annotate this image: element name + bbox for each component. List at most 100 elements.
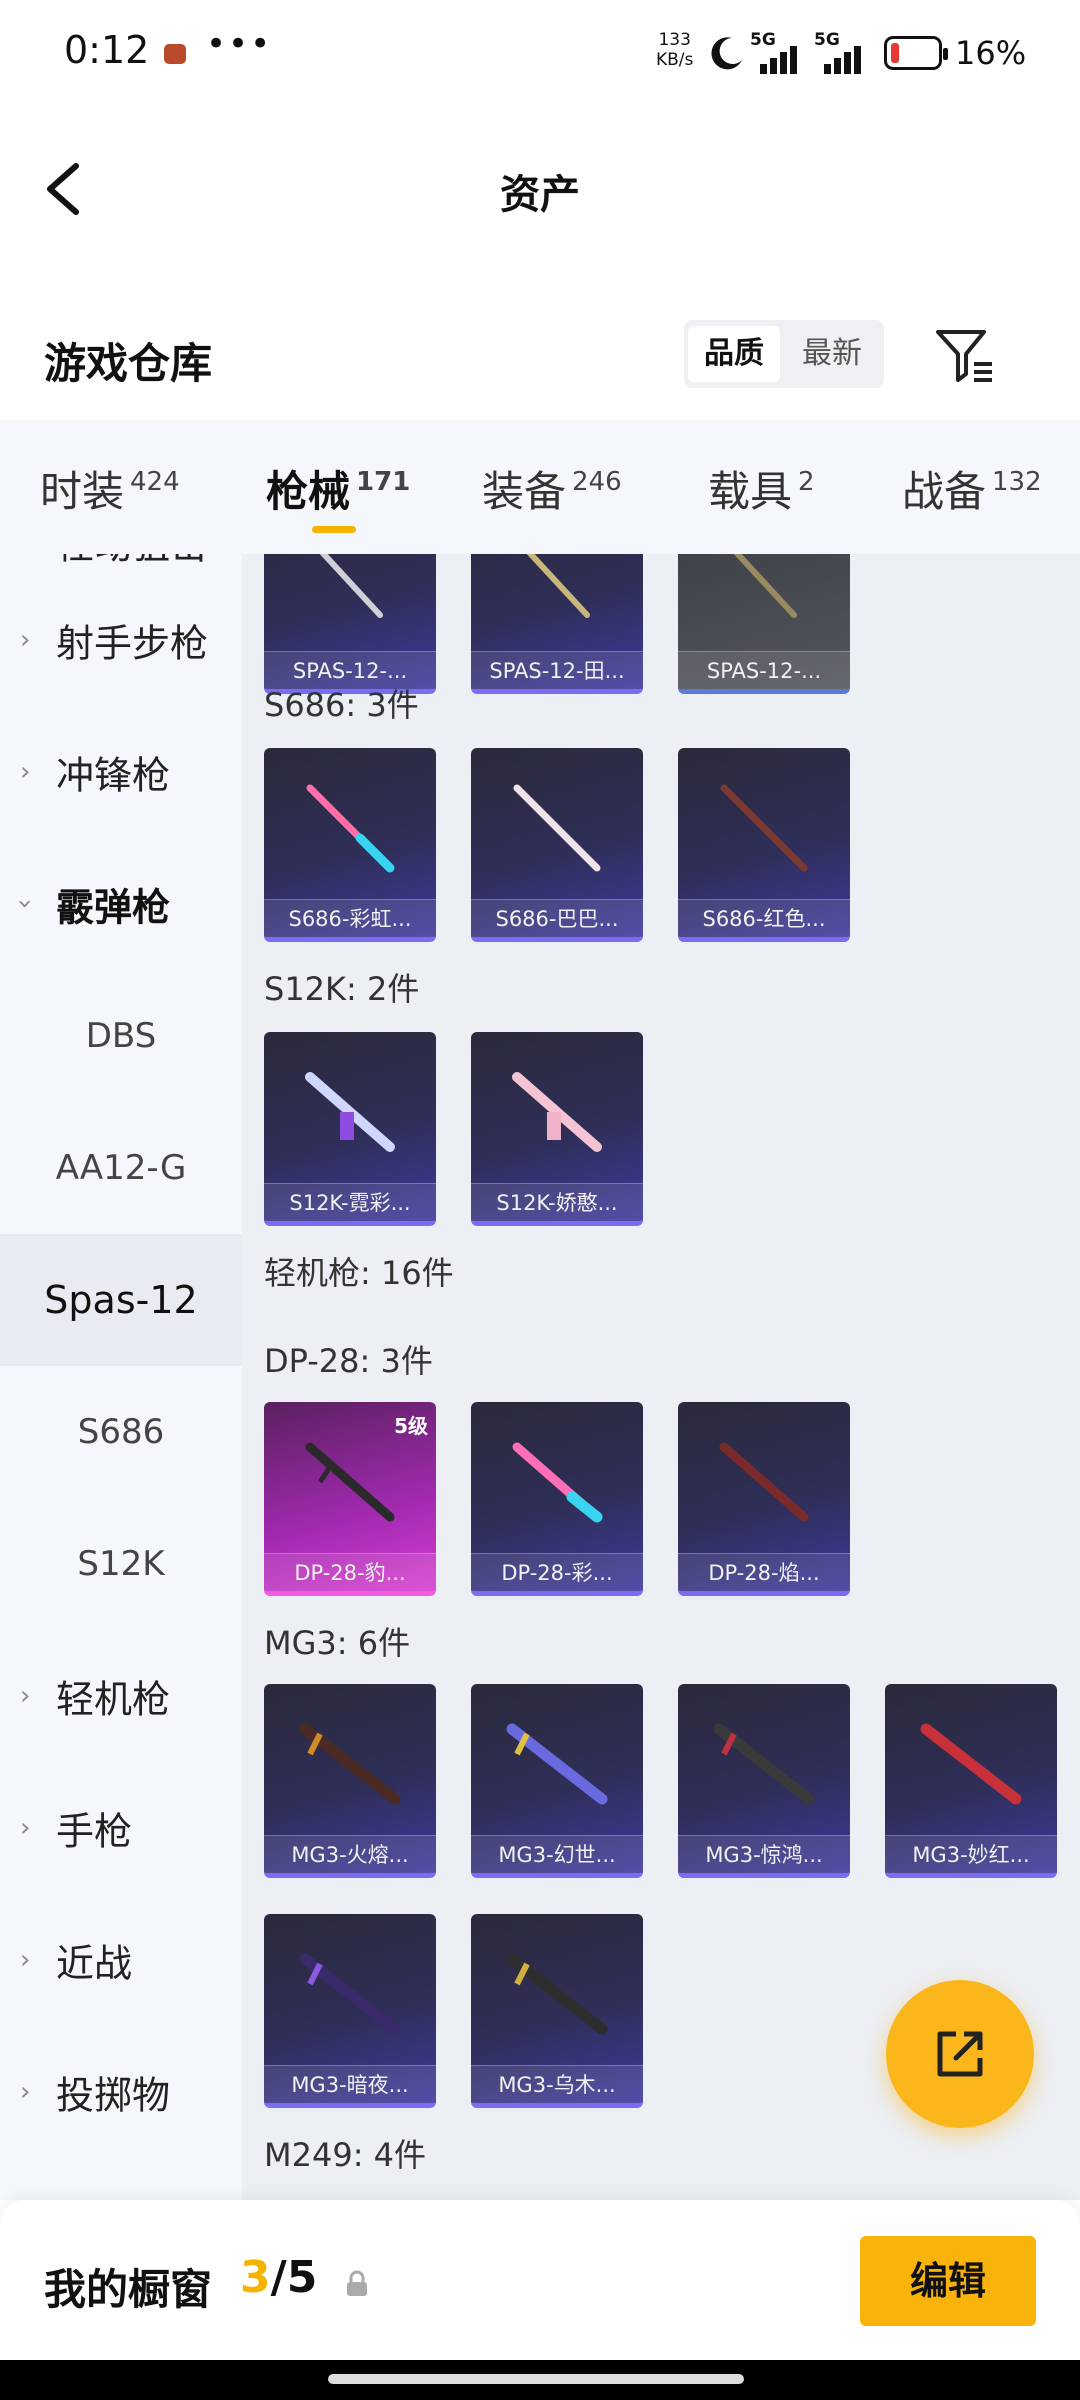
item-name: S686-巴巴...: [471, 899, 643, 937]
item-card[interactable]: S686-红色...: [678, 748, 850, 942]
section-title-s12k: S12K: 2件: [264, 970, 420, 1008]
section-title-dp28: DP-28: 3件: [264, 1342, 433, 1380]
system-nav-bar: [0, 2360, 1080, 2400]
sidebar-item-pistol[interactable]: › 手枪: [0, 1762, 242, 1894]
sidebar-item-label: 近战: [56, 1941, 133, 1986]
item-card[interactable]: DP-28-焰...: [678, 1402, 850, 1596]
sidebar-item-shotgun[interactable]: › 霰弹枪: [0, 838, 242, 970]
category-sidebar: › 栓动狙击 › 射手步枪 › 冲锋枪 › 霰弹枪 DBS AA12-G Spa…: [0, 554, 242, 2200]
showcase-bar: 我的橱窗 3/5 编辑: [0, 2200, 1080, 2360]
machine-gun-icon: [299, 1723, 401, 1805]
item-card[interactable]: SPAS-12-...: [678, 554, 850, 694]
sidebar-item-label: 轻机枪: [56, 1677, 171, 1722]
home-indicator[interactable]: [328, 2374, 744, 2384]
tab-vehicles-count: 2: [798, 467, 815, 497]
status-time: 0:12: [64, 28, 150, 72]
showcase-count: 3/5: [240, 2252, 317, 2303]
tab-vehicles[interactable]: 载具 2: [708, 458, 815, 519]
item-card[interactable]: S686-巴巴...: [471, 748, 643, 942]
machine-gun-icon: [299, 1953, 401, 2035]
item-card[interactable]: SPAS-12-...: [264, 554, 436, 694]
item-name: MG3-乌木...: [471, 2065, 643, 2103]
item-card[interactable]: S12K-娇憨...: [471, 1032, 643, 1226]
machine-gun-icon: [512, 1442, 603, 1523]
battery-icon: [884, 36, 948, 70]
item-card[interactable]: MG3-妙红...: [885, 1684, 1057, 1878]
tab-fashion-count: 424: [130, 467, 180, 497]
tab-equipment-count: 246: [572, 467, 622, 497]
active-tab-indicator: [312, 526, 356, 533]
tab-firearms-count: 171: [356, 467, 411, 497]
sidebar-subitem-aa12g[interactable]: AA12-G: [0, 1102, 242, 1234]
sidebar-item-label: 霰弹枪: [56, 885, 171, 930]
item-name: MG3-暗夜...: [264, 2065, 436, 2103]
item-card[interactable]: MG3-火熔...: [264, 1684, 436, 1878]
item-name: DP-28-豹...: [264, 1553, 436, 1591]
more-notifications-icon: •••: [206, 24, 273, 64]
sidebar-subitem-label: S686: [77, 1412, 165, 1452]
network-speed-unit: KB/s: [656, 50, 694, 70]
external-link-icon: [937, 2031, 983, 2077]
machine-gun-icon: [713, 1723, 815, 1805]
item-card[interactable]: MG3-幻世...: [471, 1684, 643, 1878]
machine-gun-icon: [506, 1953, 608, 2035]
chevron-right-icon: ›: [20, 2077, 31, 2107]
tab-equipment[interactable]: 装备 246: [482, 458, 622, 519]
sidebar-item-dmr[interactable]: › 射手步枪: [0, 574, 242, 706]
tab-supplies[interactable]: 战备 132: [902, 458, 1042, 519]
machine-gun-icon: [719, 1442, 809, 1522]
sidebar-item-label: 手枪: [56, 1809, 133, 1854]
shotgun-icon: [306, 784, 395, 873]
shotgun-icon: [720, 784, 808, 872]
sidebar-subitem-spas12[interactable]: Spas-12: [0, 1234, 242, 1366]
item-name: MG3-幻世...: [471, 1835, 643, 1873]
item-name: MG3-惊鸿...: [678, 1835, 850, 1873]
shotgun-icon: [513, 784, 601, 872]
sidebar-subitem-s12k[interactable]: S12K: [0, 1498, 242, 1630]
sidebar-subitem-label: S12K: [77, 1544, 165, 1584]
tab-fashion[interactable]: 时装 424: [40, 458, 180, 519]
item-card[interactable]: SPAS-12-田...: [471, 554, 643, 694]
battery-percent: 16%: [955, 34, 1027, 72]
item-card[interactable]: MG3-乌木...: [471, 1914, 643, 2108]
showcase-label: 我的橱窗: [44, 2265, 213, 2314]
signal-sim2-icon: 5G: [814, 30, 872, 74]
share-button[interactable]: [886, 1980, 1034, 2128]
title-bar: 资产: [0, 110, 1080, 270]
sidebar-subitem-label: AA12-G: [55, 1148, 187, 1188]
item-card[interactable]: DP-28-彩...: [471, 1402, 643, 1596]
item-name: MG3-妙红...: [885, 1835, 1057, 1873]
item-name: DP-28-彩...: [471, 1553, 643, 1591]
sort-latest-button[interactable]: 最新: [786, 326, 878, 382]
section-title-lmg: 轻机枪: 16件: [264, 1254, 454, 1292]
item-card[interactable]: S686-彩虹...: [264, 748, 436, 942]
item-card[interactable]: S12K-霓彩...: [264, 1032, 436, 1226]
shotgun-icon: [512, 1072, 602, 1152]
sort-toggle: 品质 最新: [684, 320, 884, 388]
item-card[interactable]: MG3-暗夜...: [264, 1914, 436, 2108]
machine-gun-icon: [506, 1723, 608, 1805]
sidebar-item-smg[interactable]: › 冲锋枪: [0, 706, 242, 838]
edit-button[interactable]: 编辑: [860, 2236, 1036, 2326]
sidebar-item-throwables[interactable]: › 投掷物: [0, 2026, 242, 2158]
sidebar-item-lmg[interactable]: › 轻机枪: [0, 1630, 242, 1762]
sidebar-subitem-s686[interactable]: S686: [0, 1366, 242, 1498]
sort-quality-button[interactable]: 品质: [688, 326, 780, 382]
tab-firearms[interactable]: 枪械 171: [266, 458, 410, 519]
item-card[interactable]: MG3-惊鸿...: [678, 1684, 850, 1878]
section-title-s686: S686: 3件: [264, 686, 419, 724]
item-name: SPAS-12-田...: [471, 651, 643, 689]
filter-icon[interactable]: [932, 324, 996, 388]
machine-gun-icon: [920, 1723, 1022, 1805]
showcase-total: 5: [286, 2252, 318, 2303]
item-name: DP-28-焰...: [678, 1553, 850, 1591]
item-card[interactable]: 5级 DP-28-豹...: [264, 1402, 436, 1596]
sidebar-item-melee[interactable]: › 近战: [0, 1894, 242, 2026]
chevron-right-icon: ›: [20, 757, 31, 787]
item-name: SPAS-12-...: [678, 651, 850, 689]
tab-equipment-label: 装备: [482, 467, 567, 516]
sidebar-subitem-dbs[interactable]: DBS: [0, 970, 242, 1102]
warehouse-title: 游戏仓库: [44, 339, 213, 388]
chevron-right-icon: ›: [20, 1681, 31, 1711]
tab-fashion-label: 时装: [40, 467, 125, 516]
